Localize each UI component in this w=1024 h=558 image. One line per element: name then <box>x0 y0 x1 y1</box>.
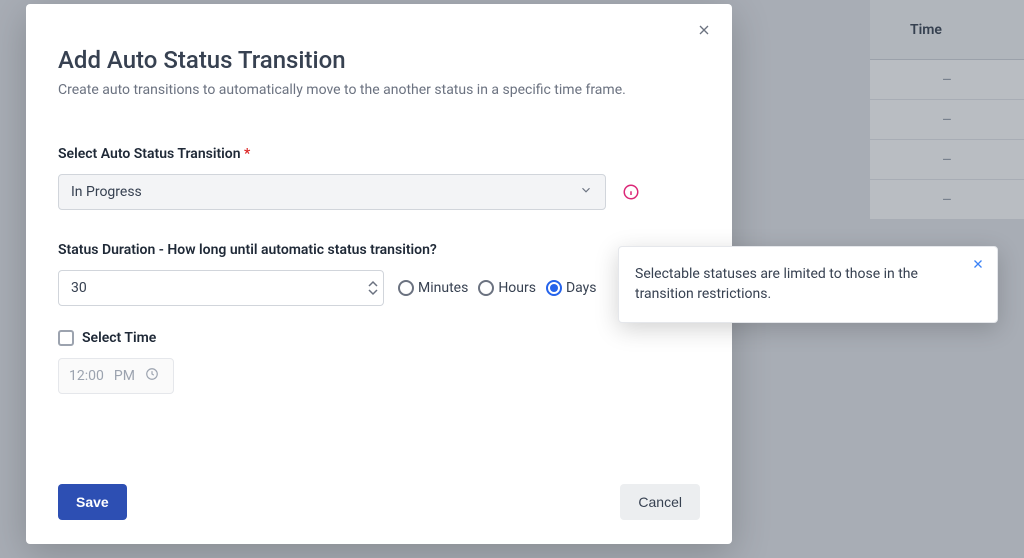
select-time-label: Select Time <box>82 330 156 346</box>
radio-hours[interactable]: Hours <box>478 280 536 296</box>
chevron-up-icon <box>368 280 378 288</box>
select-status-label: Select Auto Status Transition * <box>58 146 700 162</box>
chevron-down-icon <box>579 183 593 201</box>
number-spinner[interactable] <box>363 271 383 305</box>
info-tooltip: Selectable statuses are limited to those… <box>618 246 998 323</box>
tooltip-close-icon[interactable] <box>969 255 987 273</box>
select-time-checkbox[interactable] <box>58 330 74 346</box>
modal-description: Create auto transitions to automatically… <box>58 82 700 98</box>
status-select[interactable]: In Progress <box>58 174 606 210</box>
radio-icon-checked <box>546 280 562 296</box>
cancel-button[interactable]: Cancel <box>620 484 700 520</box>
chevron-down-icon <box>368 288 378 296</box>
required-asterisk: * <box>244 146 250 162</box>
radio-icon <box>398 280 414 296</box>
time-input[interactable]: 12:00 PM <box>58 358 174 394</box>
radio-icon <box>478 280 494 296</box>
save-button[interactable]: Save <box>58 484 127 520</box>
duration-input[interactable]: 30 <box>58 270 384 306</box>
modal-title: Add Auto Status Transition <box>58 46 700 74</box>
tooltip-text: Selectable statuses are limited to those… <box>635 266 918 302</box>
radio-days[interactable]: Days <box>546 280 597 296</box>
time-meridiem: PM <box>114 368 135 384</box>
radio-minutes[interactable]: Minutes <box>398 280 468 296</box>
close-icon[interactable] <box>692 18 716 42</box>
duration-unit-radios: Minutes Hours Days <box>398 280 597 296</box>
time-value: 12:00 <box>69 368 104 384</box>
info-icon[interactable] <box>622 183 640 201</box>
duration-label: Status Duration - How long until automat… <box>58 242 700 258</box>
duration-value: 30 <box>59 271 363 305</box>
status-select-value: In Progress <box>71 184 142 200</box>
clock-icon <box>145 367 159 385</box>
